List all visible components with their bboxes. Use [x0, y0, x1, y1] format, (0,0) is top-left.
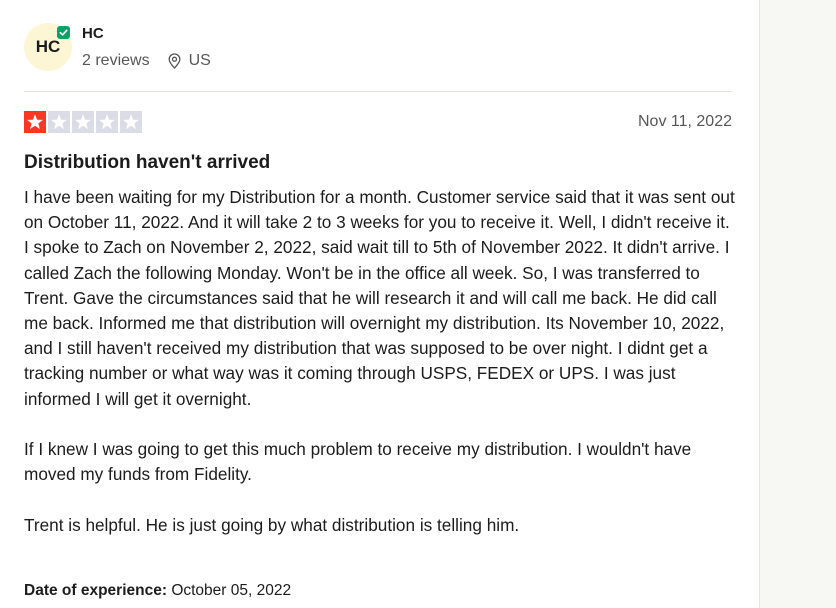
- reviewer-meta: 2 reviews US: [82, 52, 211, 70]
- experience-date: October 05, 2022: [171, 582, 292, 599]
- date-of-experience: Date of experience: October 05, 2022: [24, 582, 291, 600]
- star-icon: [24, 111, 46, 133]
- avatar-initials: HC: [35, 37, 61, 56]
- reviews-count: 2 reviews: [82, 52, 150, 69]
- star-icon: [120, 111, 142, 133]
- star-icon: [72, 111, 94, 133]
- star-icon: [48, 111, 70, 133]
- divider: [24, 91, 733, 92]
- review-card: HC HC 2 reviews US Nov 11, 2022 Distribu…: [0, 0, 760, 608]
- verified-check-icon: [57, 26, 70, 39]
- review-paragraph: If I knew I was going to get this much p…: [24, 439, 692, 485]
- location-pin-icon: [168, 53, 181, 69]
- star-icon: [96, 111, 118, 133]
- review-body: I have been waiting for my Distribution …: [24, 185, 736, 563]
- review-paragraph: Trent is helpful. He is just going by wh…: [24, 514, 520, 535]
- review-paragraph: I have been waiting for my Distribution …: [24, 187, 735, 409]
- review-title[interactable]: Distribution haven't arrived: [24, 152, 270, 174]
- reviewer-name[interactable]: HC: [82, 25, 104, 42]
- review-date: Nov 11, 2022: [638, 113, 732, 130]
- star-rating: [24, 111, 142, 133]
- reviewer-country: US: [188, 52, 211, 69]
- experience-label: Date of experience:: [24, 582, 167, 599]
